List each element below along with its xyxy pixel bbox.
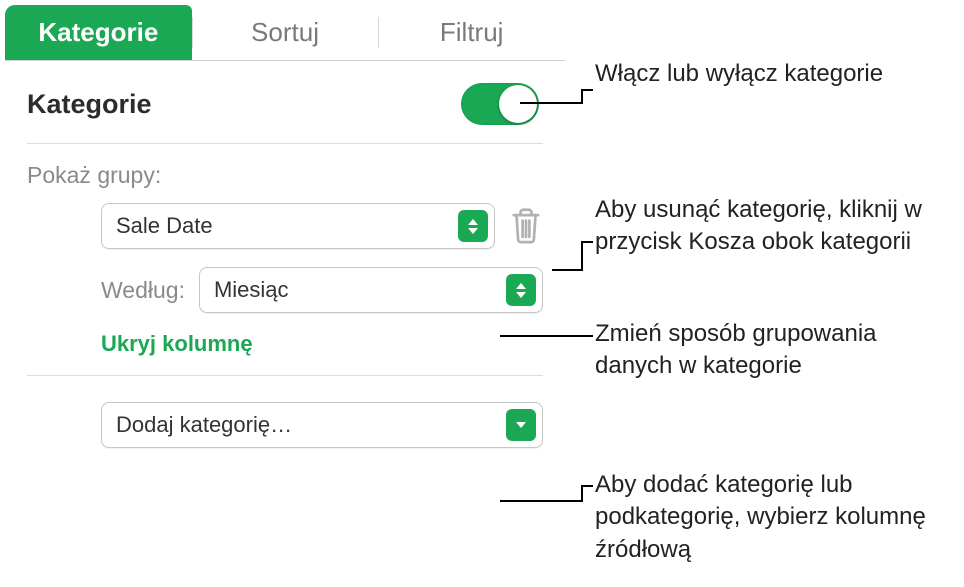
header-row: Kategorie (5, 61, 565, 143)
inspector-panel: Kategorie Sortuj Filtruj Kategorie Pokaż… (5, 5, 565, 575)
chevron-updown-icon (506, 274, 536, 306)
tab-bar: Kategorie Sortuj Filtruj (5, 5, 565, 61)
trash-icon[interactable] (509, 207, 543, 245)
add-section: Dodaj kategorię… (5, 376, 565, 448)
by-row: Według: Miesiąc (27, 267, 543, 313)
toggle-knob (499, 85, 537, 123)
tab-categories[interactable]: Kategorie (5, 5, 192, 60)
select-value: Miesiąc (214, 277, 289, 303)
tab-label: Sortuj (251, 17, 319, 48)
tab-filter[interactable]: Filtruj (378, 5, 565, 60)
callout-group-by: Zmień sposób grupowania danych w kategor… (595, 318, 955, 383)
callout-toggle: Włącz lub wyłącz kategorie (595, 58, 955, 90)
callout-trash: Aby usunąć kategorię, kliknij w przycisk… (595, 194, 955, 259)
hide-column-link[interactable]: Ukryj kolumnę (101, 331, 253, 357)
tab-label: Kategorie (38, 17, 158, 48)
select-value: Dodaj kategorię… (116, 412, 292, 438)
by-label: Według: (101, 277, 185, 304)
chevron-updown-icon (458, 210, 488, 242)
show-groups-label: Pokaż grupy: (27, 162, 543, 189)
groups-section: Pokaż grupy: Sale Date (5, 144, 565, 357)
callout-add: Aby dodać kategorię lub podkategorię, wy… (595, 469, 955, 566)
tab-label: Filtruj (440, 17, 504, 48)
source-column-select[interactable]: Sale Date (101, 203, 495, 249)
tab-sort[interactable]: Sortuj (192, 5, 379, 60)
group-by-select[interactable]: Miesiąc (199, 267, 543, 313)
section-title: Kategorie (27, 89, 152, 120)
categories-toggle[interactable] (461, 83, 539, 125)
hide-column-row: Ukryj kolumnę (27, 331, 543, 357)
source-row: Sale Date (27, 203, 543, 249)
select-value: Sale Date (116, 213, 213, 239)
chevron-down-icon (506, 409, 536, 441)
add-category-select[interactable]: Dodaj kategorię… (101, 402, 543, 448)
add-row: Dodaj kategorię… (27, 402, 543, 448)
